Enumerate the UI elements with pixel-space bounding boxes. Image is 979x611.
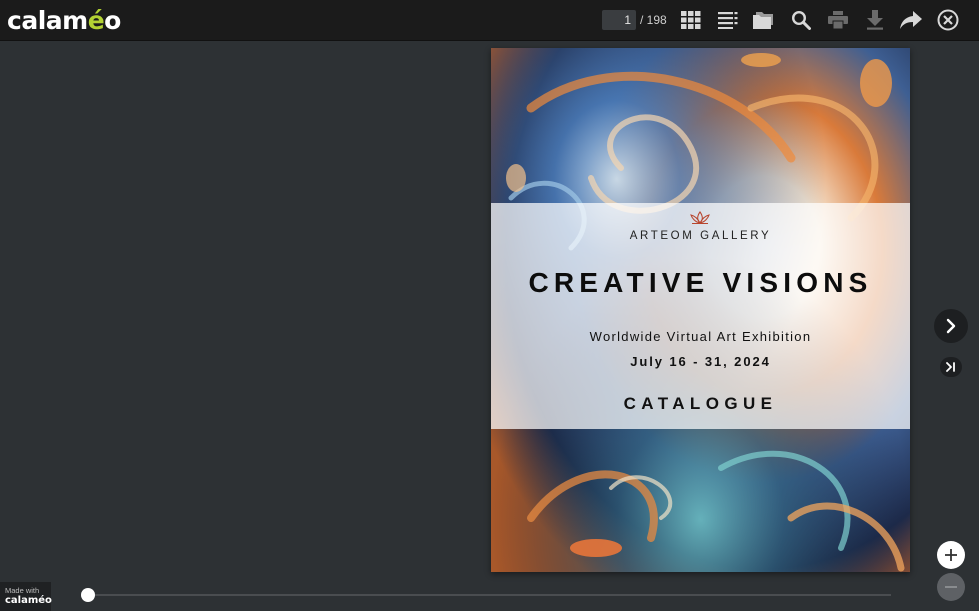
cover-catalogue: CATALOGUE (623, 394, 778, 413)
close-icon (937, 9, 959, 31)
share-button[interactable] (900, 9, 922, 31)
cover-dates: July 16 - 31, 2024 (630, 354, 771, 369)
gallery-name: ARTEOM GALLERY (629, 230, 772, 242)
top-toolbar: calaméo 1 / 198 (0, 0, 979, 41)
print-button[interactable] (827, 9, 849, 31)
close-button[interactable] (937, 9, 959, 31)
made-with-calameo-badge[interactable]: Made with calaméo (0, 582, 52, 611)
share-icon (900, 11, 922, 29)
calameo-logo[interactable]: calaméo (7, 6, 121, 35)
zoom-in-button[interactable] (937, 541, 965, 569)
page-number-input[interactable]: 1 (602, 10, 636, 30)
logo-text-main: calam (7, 6, 88, 35)
cover-subline: Worldwide Virtual Art Exhibition (589, 329, 812, 344)
grid-view-button[interactable] (680, 9, 702, 31)
skip-to-end-icon (946, 362, 955, 372)
folder-button[interactable] (753, 9, 775, 31)
download-button[interactable] (864, 9, 886, 31)
page-total-label: / 198 (640, 13, 667, 27)
cover-title-band: ARTEOM GALLERY CREATIVE VISIONS Worldwid… (491, 203, 910, 429)
list-view-icon (718, 12, 738, 29)
folder-icon (753, 12, 773, 29)
plus-icon (945, 549, 957, 561)
lotus-logo-icon (690, 211, 710, 224)
page-slider-thumb[interactable] (81, 588, 95, 602)
zoom-out-button[interactable] (937, 573, 965, 601)
search-icon (791, 10, 811, 30)
made-with-brand: calaméo (5, 595, 52, 606)
grid-view-icon (681, 11, 701, 29)
next-page-button[interactable] (934, 309, 968, 343)
minus-icon (945, 586, 957, 588)
download-icon (867, 10, 883, 30)
search-button[interactable] (790, 9, 812, 31)
made-with-label: Made with (5, 586, 40, 595)
list-view-button[interactable] (717, 9, 739, 31)
print-icon (828, 11, 848, 29)
logo-text-accent: é (87, 6, 105, 35)
last-page-button[interactable] (940, 357, 962, 377)
document-page[interactable]: ARTEOM GALLERY CREATIVE VISIONS Worldwid… (491, 48, 910, 572)
cover-headline: CREATIVE VISIONS (528, 267, 873, 298)
chevron-right-icon (946, 318, 956, 334)
logo-text-end: o (104, 6, 121, 35)
page-slider-track[interactable] (88, 594, 891, 596)
